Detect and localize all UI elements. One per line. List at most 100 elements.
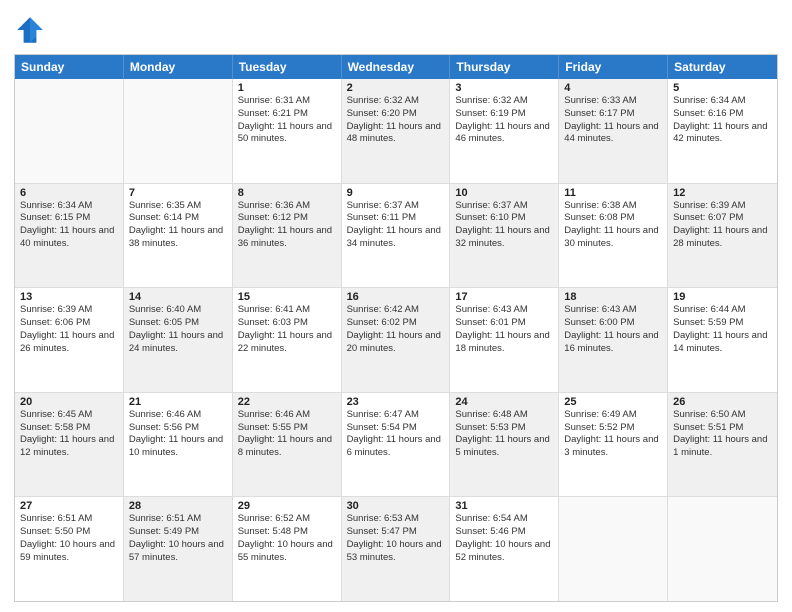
cal-cell-3-6: 18Sunrise: 6:43 AMSunset: 6:00 PMDayligh… <box>559 288 668 392</box>
day-number: 6 <box>20 187 118 199</box>
day-number: 8 <box>238 187 336 199</box>
daylight-text: Daylight: 11 hours and 48 minutes. <box>347 121 445 147</box>
calendar-header-row: SundayMondayTuesdayWednesdayThursdayFrid… <box>15 55 777 79</box>
cal-cell-5-3: 29Sunrise: 6:52 AMSunset: 5:48 PMDayligh… <box>233 497 342 601</box>
sunrise-text: Sunrise: 6:45 AM <box>20 409 118 422</box>
day-number: 13 <box>20 291 118 303</box>
cal-header-thursday: Thursday <box>450 55 559 79</box>
day-number: 30 <box>347 500 445 512</box>
sunset-text: Sunset: 6:06 PM <box>20 317 118 330</box>
day-number: 18 <box>564 291 662 303</box>
cal-cell-1-6: 4Sunrise: 6:33 AMSunset: 6:17 PMDaylight… <box>559 79 668 183</box>
cal-cell-5-7 <box>668 497 777 601</box>
day-number: 28 <box>129 500 227 512</box>
day-number: 31 <box>455 500 553 512</box>
daylight-text: Daylight: 10 hours and 55 minutes. <box>238 539 336 565</box>
cal-header-friday: Friday <box>559 55 668 79</box>
daylight-text: Daylight: 11 hours and 18 minutes. <box>455 330 553 356</box>
sunrise-text: Sunrise: 6:46 AM <box>129 409 227 422</box>
cal-week-3: 13Sunrise: 6:39 AMSunset: 6:06 PMDayligh… <box>15 288 777 393</box>
day-number: 3 <box>455 82 553 94</box>
day-number: 14 <box>129 291 227 303</box>
cal-cell-2-6: 11Sunrise: 6:38 AMSunset: 6:08 PMDayligh… <box>559 184 668 288</box>
day-number: 15 <box>238 291 336 303</box>
sunset-text: Sunset: 6:07 PM <box>673 212 772 225</box>
cal-cell-4-4: 23Sunrise: 6:47 AMSunset: 5:54 PMDayligh… <box>342 393 451 497</box>
cal-cell-2-4: 9Sunrise: 6:37 AMSunset: 6:11 PMDaylight… <box>342 184 451 288</box>
daylight-text: Daylight: 11 hours and 8 minutes. <box>238 434 336 460</box>
sunrise-text: Sunrise: 6:35 AM <box>129 200 227 213</box>
daylight-text: Daylight: 11 hours and 42 minutes. <box>673 121 772 147</box>
sunset-text: Sunset: 5:55 PM <box>238 422 336 435</box>
cal-cell-4-6: 25Sunrise: 6:49 AMSunset: 5:52 PMDayligh… <box>559 393 668 497</box>
cal-cell-4-5: 24Sunrise: 6:48 AMSunset: 5:53 PMDayligh… <box>450 393 559 497</box>
cal-cell-2-5: 10Sunrise: 6:37 AMSunset: 6:10 PMDayligh… <box>450 184 559 288</box>
daylight-text: Daylight: 11 hours and 22 minutes. <box>238 330 336 356</box>
sunset-text: Sunset: 5:46 PM <box>455 526 553 539</box>
cal-cell-3-2: 14Sunrise: 6:40 AMSunset: 6:05 PMDayligh… <box>124 288 233 392</box>
sunset-text: Sunset: 6:16 PM <box>673 108 772 121</box>
day-number: 12 <box>673 187 772 199</box>
day-number: 22 <box>238 396 336 408</box>
sunset-text: Sunset: 6:01 PM <box>455 317 553 330</box>
day-number: 7 <box>129 187 227 199</box>
sunrise-text: Sunrise: 6:49 AM <box>564 409 662 422</box>
sunset-text: Sunset: 5:50 PM <box>20 526 118 539</box>
sunrise-text: Sunrise: 6:42 AM <box>347 304 445 317</box>
daylight-text: Daylight: 11 hours and 38 minutes. <box>129 225 227 251</box>
cal-cell-3-5: 17Sunrise: 6:43 AMSunset: 6:01 PMDayligh… <box>450 288 559 392</box>
sunset-text: Sunset: 6:12 PM <box>238 212 336 225</box>
cal-cell-1-7: 5Sunrise: 6:34 AMSunset: 6:16 PMDaylight… <box>668 79 777 183</box>
sunset-text: Sunset: 6:02 PM <box>347 317 445 330</box>
day-number: 11 <box>564 187 662 199</box>
cal-cell-2-7: 12Sunrise: 6:39 AMSunset: 6:07 PMDayligh… <box>668 184 777 288</box>
day-number: 19 <box>673 291 772 303</box>
sunset-text: Sunset: 6:17 PM <box>564 108 662 121</box>
daylight-text: Daylight: 11 hours and 30 minutes. <box>564 225 662 251</box>
daylight-text: Daylight: 11 hours and 6 minutes. <box>347 434 445 460</box>
cal-cell-1-5: 3Sunrise: 6:32 AMSunset: 6:19 PMDaylight… <box>450 79 559 183</box>
sunrise-text: Sunrise: 6:31 AM <box>238 95 336 108</box>
day-number: 20 <box>20 396 118 408</box>
daylight-text: Daylight: 11 hours and 3 minutes. <box>564 434 662 460</box>
sunset-text: Sunset: 6:14 PM <box>129 212 227 225</box>
sunset-text: Sunset: 5:56 PM <box>129 422 227 435</box>
sunset-text: Sunset: 5:47 PM <box>347 526 445 539</box>
day-number: 5 <box>673 82 772 94</box>
cal-cell-5-6 <box>559 497 668 601</box>
sunset-text: Sunset: 5:53 PM <box>455 422 553 435</box>
sunset-text: Sunset: 5:52 PM <box>564 422 662 435</box>
cal-cell-5-1: 27Sunrise: 6:51 AMSunset: 5:50 PMDayligh… <box>15 497 124 601</box>
sunrise-text: Sunrise: 6:39 AM <box>20 304 118 317</box>
day-number: 21 <box>129 396 227 408</box>
cal-cell-4-7: 26Sunrise: 6:50 AMSunset: 5:51 PMDayligh… <box>668 393 777 497</box>
sunrise-text: Sunrise: 6:51 AM <box>20 513 118 526</box>
cal-cell-2-3: 8Sunrise: 6:36 AMSunset: 6:12 PMDaylight… <box>233 184 342 288</box>
day-number: 27 <box>20 500 118 512</box>
sunrise-text: Sunrise: 6:43 AM <box>564 304 662 317</box>
calendar: SundayMondayTuesdayWednesdayThursdayFrid… <box>14 54 778 602</box>
cal-week-2: 6Sunrise: 6:34 AMSunset: 6:15 PMDaylight… <box>15 184 777 289</box>
day-number: 26 <box>673 396 772 408</box>
sunrise-text: Sunrise: 6:34 AM <box>20 200 118 213</box>
day-number: 17 <box>455 291 553 303</box>
cal-cell-5-2: 28Sunrise: 6:51 AMSunset: 5:49 PMDayligh… <box>124 497 233 601</box>
cal-cell-5-5: 31Sunrise: 6:54 AMSunset: 5:46 PMDayligh… <box>450 497 559 601</box>
daylight-text: Daylight: 11 hours and 20 minutes. <box>347 330 445 356</box>
page: SundayMondayTuesdayWednesdayThursdayFrid… <box>0 0 792 612</box>
cal-header-wednesday: Wednesday <box>342 55 451 79</box>
cal-cell-3-3: 15Sunrise: 6:41 AMSunset: 6:03 PMDayligh… <box>233 288 342 392</box>
daylight-text: Daylight: 11 hours and 44 minutes. <box>564 121 662 147</box>
sunrise-text: Sunrise: 6:44 AM <box>673 304 772 317</box>
sunset-text: Sunset: 5:54 PM <box>347 422 445 435</box>
day-number: 25 <box>564 396 662 408</box>
sunrise-text: Sunrise: 6:43 AM <box>455 304 553 317</box>
daylight-text: Daylight: 10 hours and 53 minutes. <box>347 539 445 565</box>
cal-cell-3-7: 19Sunrise: 6:44 AMSunset: 5:59 PMDayligh… <box>668 288 777 392</box>
sunrise-text: Sunrise: 6:50 AM <box>673 409 772 422</box>
day-number: 23 <box>347 396 445 408</box>
daylight-text: Daylight: 11 hours and 36 minutes. <box>238 225 336 251</box>
daylight-text: Daylight: 11 hours and 26 minutes. <box>20 330 118 356</box>
daylight-text: Daylight: 11 hours and 16 minutes. <box>564 330 662 356</box>
sunrise-text: Sunrise: 6:32 AM <box>347 95 445 108</box>
